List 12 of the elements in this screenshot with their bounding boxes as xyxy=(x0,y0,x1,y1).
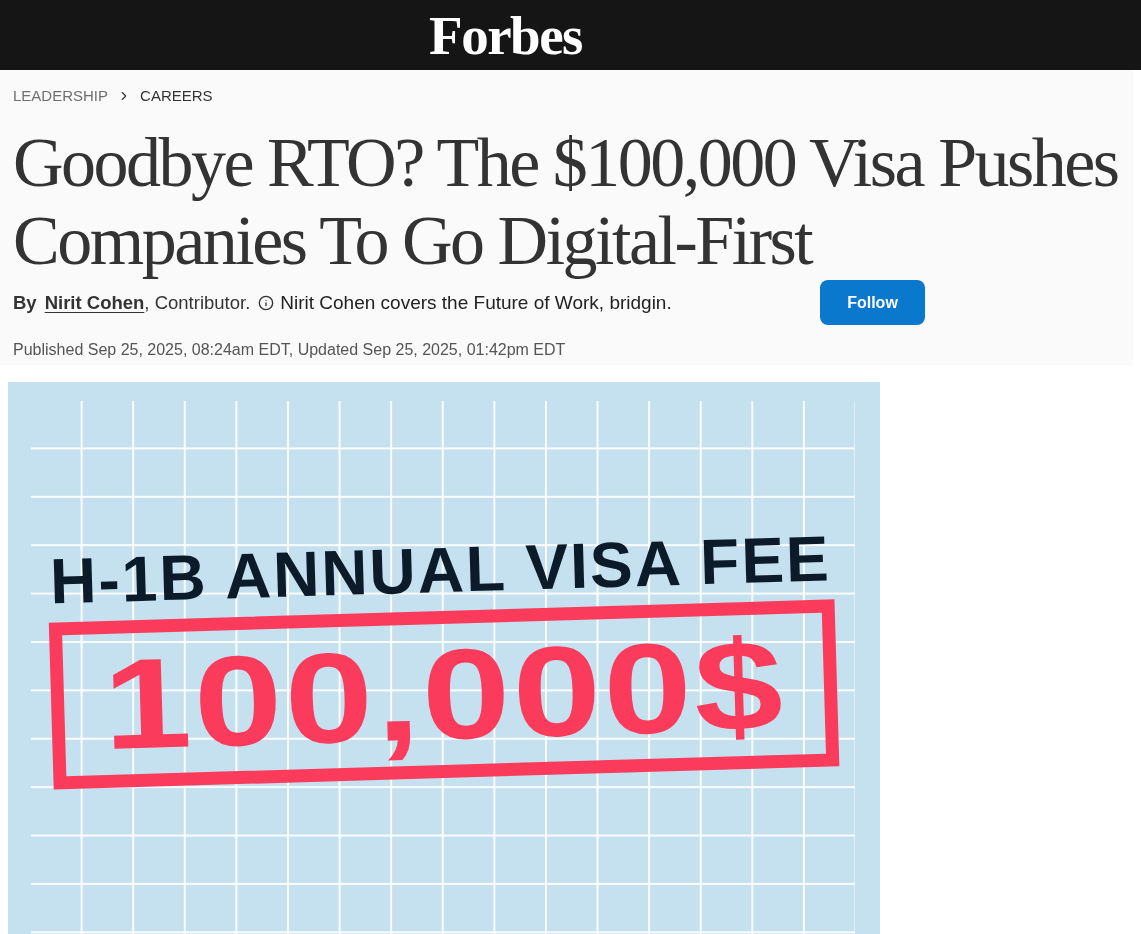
fee-amount: 100,000$ xyxy=(101,620,787,769)
publish-date: Published Sep 25, 2025, 08:24am EDT, Updated Sep 25, 2025, 01:42pm EDT xyxy=(13,340,567,360)
author-bio: Nirit Cohen covers the Future of Work, bridgin. xyxy=(280,290,672,315)
site-logo[interactable]: Forbes xyxy=(429,7,582,63)
breadcrumb-link[interactable]: LEADERSHIP xyxy=(13,86,109,106)
author-link[interactable]: Nirit Cohen xyxy=(44,291,145,313)
info-icon[interactable] xyxy=(258,294,275,311)
article-headline: Goodbye RTO? The $100,000 Visa Pushes Companies To Go Digital-First xyxy=(13,124,1119,280)
byline: By Nirit Cohen, Contributor. xyxy=(13,290,251,315)
follow-button[interactable]: Follow xyxy=(820,280,925,325)
illustration-title: H-1B ANNUAL VISA FEE xyxy=(49,526,832,614)
breadcrumb-link[interactable]: CAREERS xyxy=(140,86,213,106)
